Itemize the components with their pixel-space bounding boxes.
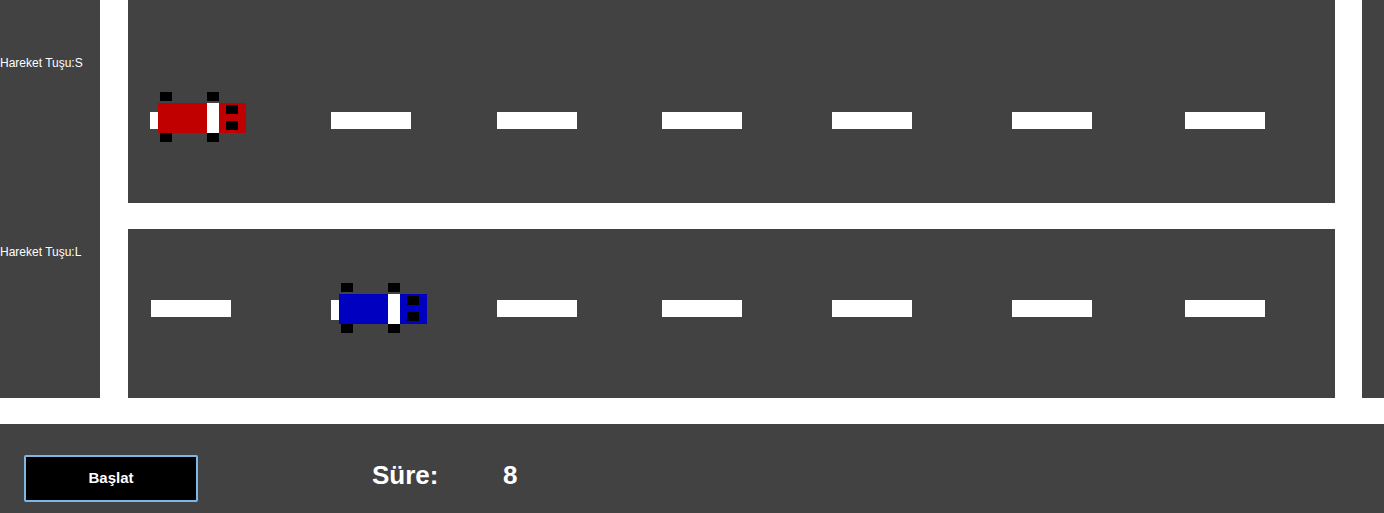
car-icon [331, 283, 427, 333]
lane-dash [1185, 300, 1265, 317]
timer-label: Süre: [372, 456, 503, 495]
lane-row: Hareket Tuşu:L [0, 229, 1384, 398]
lane-dash [1012, 112, 1092, 129]
lane-dash [151, 300, 231, 317]
lane-border [100, 0, 128, 203]
lane-divider [0, 203, 1384, 229]
lane-label-panel: Hareket Tuşu:S [0, 0, 100, 203]
lane-track [128, 0, 1335, 203]
lane-border [1335, 229, 1362, 398]
lane-label-panel: Hareket Tuşu:L [0, 229, 100, 398]
lane-dash [832, 300, 912, 317]
game-window: Hareket Tuşu:S Hareket Tuşu:L Başlat Süre:8 [0, 0, 1384, 513]
lane-dash [1185, 112, 1265, 129]
side-panel [1362, 0, 1384, 203]
lane-row: Hareket Tuşu:S [0, 0, 1384, 203]
lane-border [1335, 0, 1362, 203]
control-bar: Başlat Süre:8 [0, 424, 1384, 513]
lane-key-label: Hareket Tuşu:S [0, 56, 100, 70]
side-panel [1362, 229, 1384, 398]
lane-dash [662, 112, 742, 129]
lane-key-label: Hareket Tuşu:L [0, 245, 100, 259]
lane-dash [662, 300, 742, 317]
lane-border [100, 229, 128, 398]
lane-dash [832, 112, 912, 129]
lane-dash [497, 112, 577, 129]
bottom-divider [0, 398, 1384, 424]
timer-value: 8 [503, 456, 517, 495]
lane-dash [1012, 300, 1092, 317]
timer: Süre:8 [372, 455, 517, 495]
car-icon [150, 92, 246, 142]
lane-track [128, 229, 1335, 398]
lane-dash [497, 300, 577, 317]
lane-dash [331, 112, 411, 129]
start-button[interactable]: Başlat [24, 455, 198, 502]
